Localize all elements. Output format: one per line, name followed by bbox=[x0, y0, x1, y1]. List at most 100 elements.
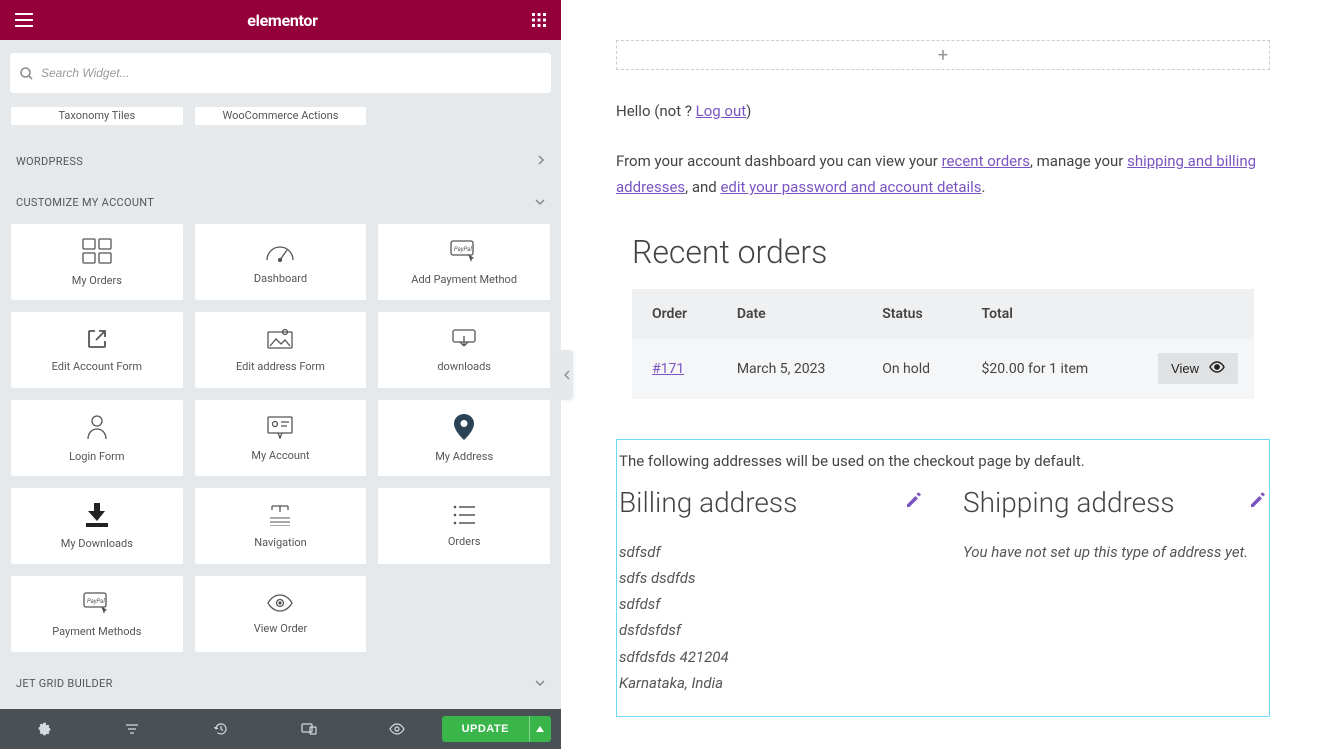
menu-icon[interactable] bbox=[15, 13, 33, 27]
widgets-grid-icon[interactable] bbox=[532, 13, 546, 27]
widget-my-orders[interactable]: My Orders bbox=[10, 223, 184, 301]
addresses-intro: The following addresses will be used on … bbox=[619, 448, 1267, 486]
chevron-down-icon bbox=[535, 677, 545, 690]
shipping-title: Shipping address bbox=[963, 486, 1175, 519]
widget-label: Edit address Form bbox=[236, 360, 325, 373]
responsive-button[interactable] bbox=[265, 723, 353, 735]
th-date: Date bbox=[717, 289, 862, 339]
shipping-message: You have not set up this type of address… bbox=[963, 539, 1267, 565]
settings-button[interactable] bbox=[0, 722, 88, 736]
addresses-block[interactable]: The following addresses will be used on … bbox=[616, 439, 1270, 718]
nav-icon bbox=[268, 504, 292, 526]
logout-link[interactable]: Log out bbox=[696, 102, 747, 120]
widget-label: Dashboard bbox=[254, 272, 307, 285]
recent-orders-link[interactable]: recent orders bbox=[942, 152, 1030, 170]
elementor-panel: elementor Taxonomy Tiles WooCommerce Act… bbox=[0, 0, 561, 749]
chevron-right-icon bbox=[537, 155, 545, 168]
section-customize-account[interactable]: CUSTOMIZE MY ACCOUNT bbox=[10, 182, 551, 223]
th-order: Order bbox=[632, 289, 717, 339]
widget-edit-address[interactable]: Edit address Form bbox=[194, 311, 368, 389]
chevron-down-icon bbox=[535, 196, 545, 209]
shipping-column: Shipping address You have not set up thi… bbox=[963, 486, 1267, 697]
widget-label: View Order bbox=[254, 622, 307, 635]
orders-grid-icon bbox=[82, 238, 112, 264]
widget-label: Orders bbox=[448, 535, 481, 548]
gauge-icon bbox=[265, 240, 295, 262]
navigator-button[interactable] bbox=[88, 722, 176, 736]
paypal-icon: PayPal bbox=[82, 591, 112, 615]
widget-my-account[interactable]: My Account bbox=[194, 399, 368, 477]
widget-label: Edit Account Form bbox=[52, 360, 142, 373]
widget-label: Login Form bbox=[69, 450, 124, 463]
panel-header: elementor bbox=[0, 0, 561, 40]
billing-column: Billing address sdfsdf sdfs dsdfds sdfds… bbox=[619, 486, 923, 697]
history-button[interactable] bbox=[177, 722, 265, 736]
plus-icon: + bbox=[938, 45, 948, 66]
user-icon bbox=[86, 414, 108, 440]
hello-text: Hello (not ? Log out) bbox=[616, 102, 1270, 120]
brand-logo: elementor bbox=[247, 11, 317, 30]
billing-lines: sdfsdf sdfs dsdfds sdfdsf dsfdsfdsf sdfd… bbox=[619, 539, 923, 697]
widget-woocommerce-actions[interactable]: WooCommerce Actions bbox=[194, 106, 368, 126]
external-link-icon bbox=[86, 328, 108, 350]
edit-billing-button[interactable] bbox=[905, 491, 923, 513]
widget-label: My Address bbox=[435, 450, 493, 463]
orders-table: Order Date Status Total #171 March 5, 20… bbox=[632, 289, 1254, 399]
widget-label: My Downloads bbox=[61, 537, 133, 550]
order-date: March 5, 2023 bbox=[717, 339, 862, 399]
widget-payment-methods[interactable]: PayPal Payment Methods bbox=[10, 575, 184, 653]
download-box-icon bbox=[451, 328, 477, 350]
image-pin-icon bbox=[266, 328, 294, 350]
widget-label: Navigation bbox=[254, 536, 307, 549]
th-total: Total bbox=[962, 289, 1128, 339]
eye-icon bbox=[267, 594, 293, 612]
widget-orders[interactable]: Orders bbox=[377, 487, 551, 565]
view-order-button[interactable]: View bbox=[1158, 353, 1238, 384]
add-section-button[interactable]: + bbox=[616, 40, 1270, 70]
svg-text:PayPal: PayPal bbox=[87, 598, 105, 605]
search-input[interactable] bbox=[41, 66, 541, 80]
section-jet-grid[interactable]: JET GRID BUILDER bbox=[10, 663, 551, 704]
widget-dashboard[interactable]: Dashboard bbox=[194, 223, 368, 301]
update-button[interactable]: UPDATE bbox=[442, 716, 529, 742]
th-status: Status bbox=[862, 289, 961, 339]
widget-login-form[interactable]: Login Form bbox=[10, 399, 184, 477]
widget-my-address[interactable]: My Address bbox=[377, 399, 551, 477]
account-details-link[interactable]: edit your password and account details bbox=[720, 178, 981, 196]
dashboard-description: From your account dashboard you can view… bbox=[616, 148, 1270, 201]
widget-label: Payment Methods bbox=[52, 625, 141, 638]
widget-downloads[interactable]: downloads bbox=[377, 311, 551, 389]
widget-label: My Orders bbox=[72, 274, 122, 287]
map-pin-icon bbox=[454, 414, 474, 440]
widget-add-payment[interactable]: PayPal Add Payment Method bbox=[377, 223, 551, 301]
list-icon bbox=[453, 505, 475, 525]
edit-shipping-button[interactable] bbox=[1249, 491, 1267, 513]
order-status: On hold bbox=[862, 339, 961, 399]
recent-orders-block: Recent orders Order Date Status Total #1… bbox=[616, 233, 1270, 399]
widget-taxonomy-tiles[interactable]: Taxonomy Tiles bbox=[10, 106, 184, 126]
section-wordpress[interactable]: WORDPRESS bbox=[10, 141, 551, 182]
table-row: #171 March 5, 2023 On hold $20.00 for 1 … bbox=[632, 339, 1254, 399]
billing-title: Billing address bbox=[619, 486, 797, 519]
widget-label: My Account bbox=[251, 449, 309, 462]
id-card-icon bbox=[266, 415, 294, 439]
eye-icon bbox=[1209, 361, 1225, 376]
widget-my-downloads[interactable]: My Downloads bbox=[10, 487, 184, 565]
search-box[interactable] bbox=[10, 53, 551, 93]
search-icon bbox=[20, 67, 33, 80]
widget-view-order[interactable]: View Order bbox=[194, 575, 368, 653]
order-total: $20.00 for 1 item bbox=[962, 339, 1128, 399]
update-options-toggle[interactable] bbox=[529, 716, 551, 742]
order-link[interactable]: #171 bbox=[652, 361, 684, 377]
widget-label: downloads bbox=[437, 360, 491, 373]
widget-label: Add Payment Method bbox=[411, 273, 517, 286]
widget-navigation[interactable]: Navigation bbox=[194, 487, 368, 565]
preview-button[interactable] bbox=[353, 723, 441, 735]
panel-footer: UPDATE bbox=[0, 709, 561, 749]
widget-edit-account[interactable]: Edit Account Form bbox=[10, 311, 184, 389]
search-wrap bbox=[0, 40, 561, 106]
download-icon bbox=[86, 503, 108, 527]
svg-text:PayPal: PayPal bbox=[454, 246, 472, 253]
widgets-scroll[interactable]: Taxonomy Tiles WooCommerce Actions WORDP… bbox=[0, 106, 561, 709]
recent-orders-title: Recent orders bbox=[632, 233, 1254, 271]
